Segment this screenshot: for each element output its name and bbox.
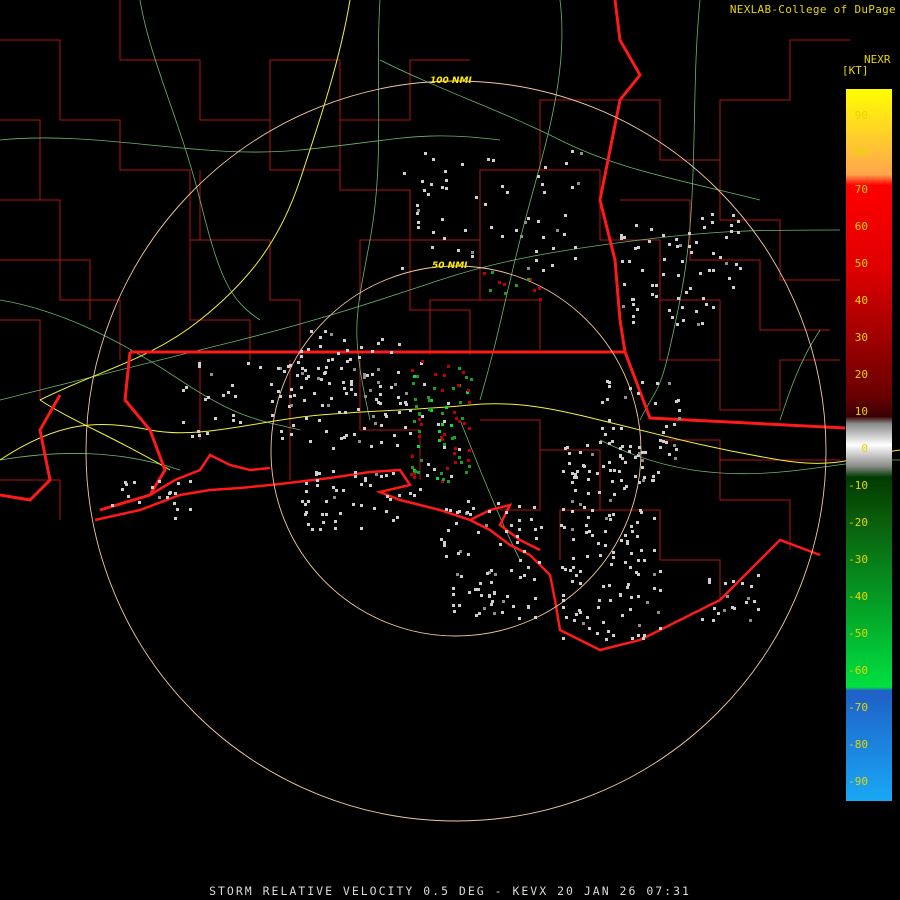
colorbar-tick: 20 xyxy=(854,368,868,381)
colorbar-tick: 30 xyxy=(854,331,868,344)
interstate-highways xyxy=(0,0,900,471)
range-ring-label-50: 50 NMI xyxy=(432,261,468,271)
colorbar-tick: -70 xyxy=(848,701,868,714)
colorbar-tick: 50 xyxy=(854,257,868,270)
radar-map[interactable]: 100 NMI 50 NMI xyxy=(0,0,900,900)
colorbar-tick: -90 xyxy=(848,775,868,788)
units-label: [KT] xyxy=(842,64,869,77)
colorbar-tick: -60 xyxy=(848,664,868,677)
range-ring-label-100: 100 NMI xyxy=(430,76,472,86)
colorbar-tick: -40 xyxy=(848,590,868,603)
county-borders xyxy=(0,0,850,600)
colorbar-tick: -20 xyxy=(848,516,868,529)
range-ring-100 xyxy=(85,80,827,822)
colorbar-tick: 70 xyxy=(854,183,868,196)
colorbar-tick: 90 xyxy=(854,109,868,122)
colorbar-tick: 60 xyxy=(854,220,868,233)
colorbar-tick: 0 xyxy=(861,442,868,455)
colorbar-tick: -80 xyxy=(848,738,868,751)
colorbar-tick: 10 xyxy=(854,405,868,418)
colorbar-tick: -10 xyxy=(848,479,868,492)
range-ring-50 xyxy=(270,265,642,637)
colorbar-tick: 80 xyxy=(854,146,868,159)
colorbar-tick: -30 xyxy=(848,553,868,566)
state-borders xyxy=(0,0,846,512)
colorbar-tick: 40 xyxy=(854,294,868,307)
product-caption: STORM RELATIVE VELOCITY 0.5 DEG - KEVX 2… xyxy=(209,884,691,898)
radar-echoes xyxy=(111,150,760,641)
colorbar-tick: -50 xyxy=(848,627,868,640)
credit-text: NEXLAB-College of DuPage xyxy=(729,3,896,16)
radar-viewer: 100 NMI 50 NMI NEXLAB-College of DuPage … xyxy=(0,0,900,900)
range-rings xyxy=(85,80,827,822)
